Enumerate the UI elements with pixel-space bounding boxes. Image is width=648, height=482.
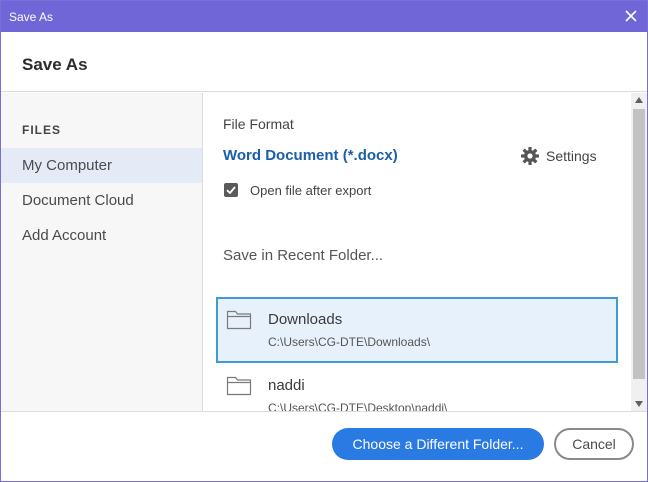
sidebar-item-label: My Computer xyxy=(22,157,113,174)
recent-folder-row[interactable]: Downloads C:\Users\CG-DTE\Downloads\ xyxy=(216,297,618,363)
sidebar: FILES My Computer Document Cloud Add Acc… xyxy=(1,93,203,411)
folder-name: naddi xyxy=(268,377,305,394)
scroll-up-arrow-icon[interactable] xyxy=(631,93,647,107)
open-after-export-checkbox[interactable] xyxy=(224,183,238,197)
scrollbar-thumb[interactable] xyxy=(633,109,645,379)
vertical-scrollbar[interactable] xyxy=(631,93,647,411)
dialog-title: Save As xyxy=(22,55,88,74)
scroll-down-arrow-icon[interactable] xyxy=(631,397,647,411)
dialog-footer: Choose a Different Folder... Cancel xyxy=(1,411,647,481)
close-icon[interactable] xyxy=(621,6,641,26)
gear-icon xyxy=(521,147,539,165)
choose-different-folder-button[interactable]: Choose a Different Folder... xyxy=(332,428,544,460)
sidebar-item-document-cloud[interactable]: Document Cloud xyxy=(1,183,202,218)
folder-icon xyxy=(226,308,252,330)
cancel-button[interactable]: Cancel xyxy=(554,428,634,460)
file-format-label: File Format xyxy=(223,116,294,132)
recent-folder-label: Save in Recent Folder... xyxy=(223,247,384,264)
title-bar: Save As xyxy=(1,1,647,32)
folder-path: C:\Users\CG-DTE\Desktop\naddi\ xyxy=(268,401,448,411)
sidebar-item-my-computer[interactable]: My Computer xyxy=(1,148,202,183)
folder-icon xyxy=(226,374,252,396)
file-format-value[interactable]: Word Document (*.docx) xyxy=(223,147,398,164)
window-title: Save As xyxy=(9,10,54,24)
settings-label: Settings xyxy=(546,148,597,164)
sidebar-item-label: Document Cloud xyxy=(22,192,134,209)
dialog-header: Save As xyxy=(1,32,647,92)
sidebar-item-add-account[interactable]: Add Account xyxy=(1,218,202,253)
folder-path: C:\Users\CG-DTE\Downloads\ xyxy=(268,335,431,349)
sidebar-item-label: Add Account xyxy=(22,227,107,244)
sidebar-section-label: FILES xyxy=(22,123,62,137)
recent-folder-row[interactable]: naddi C:\Users\CG-DTE\Desktop\naddi\ xyxy=(216,363,618,411)
save-as-dialog: Save As Save As FILES My Computer Docume… xyxy=(0,0,648,482)
folder-name: Downloads xyxy=(268,311,343,328)
checkmark-icon xyxy=(226,186,236,195)
open-after-export-label: Open file after export xyxy=(250,183,372,198)
main-panel: File Format Word Document (*.docx) Setti… xyxy=(204,93,631,411)
